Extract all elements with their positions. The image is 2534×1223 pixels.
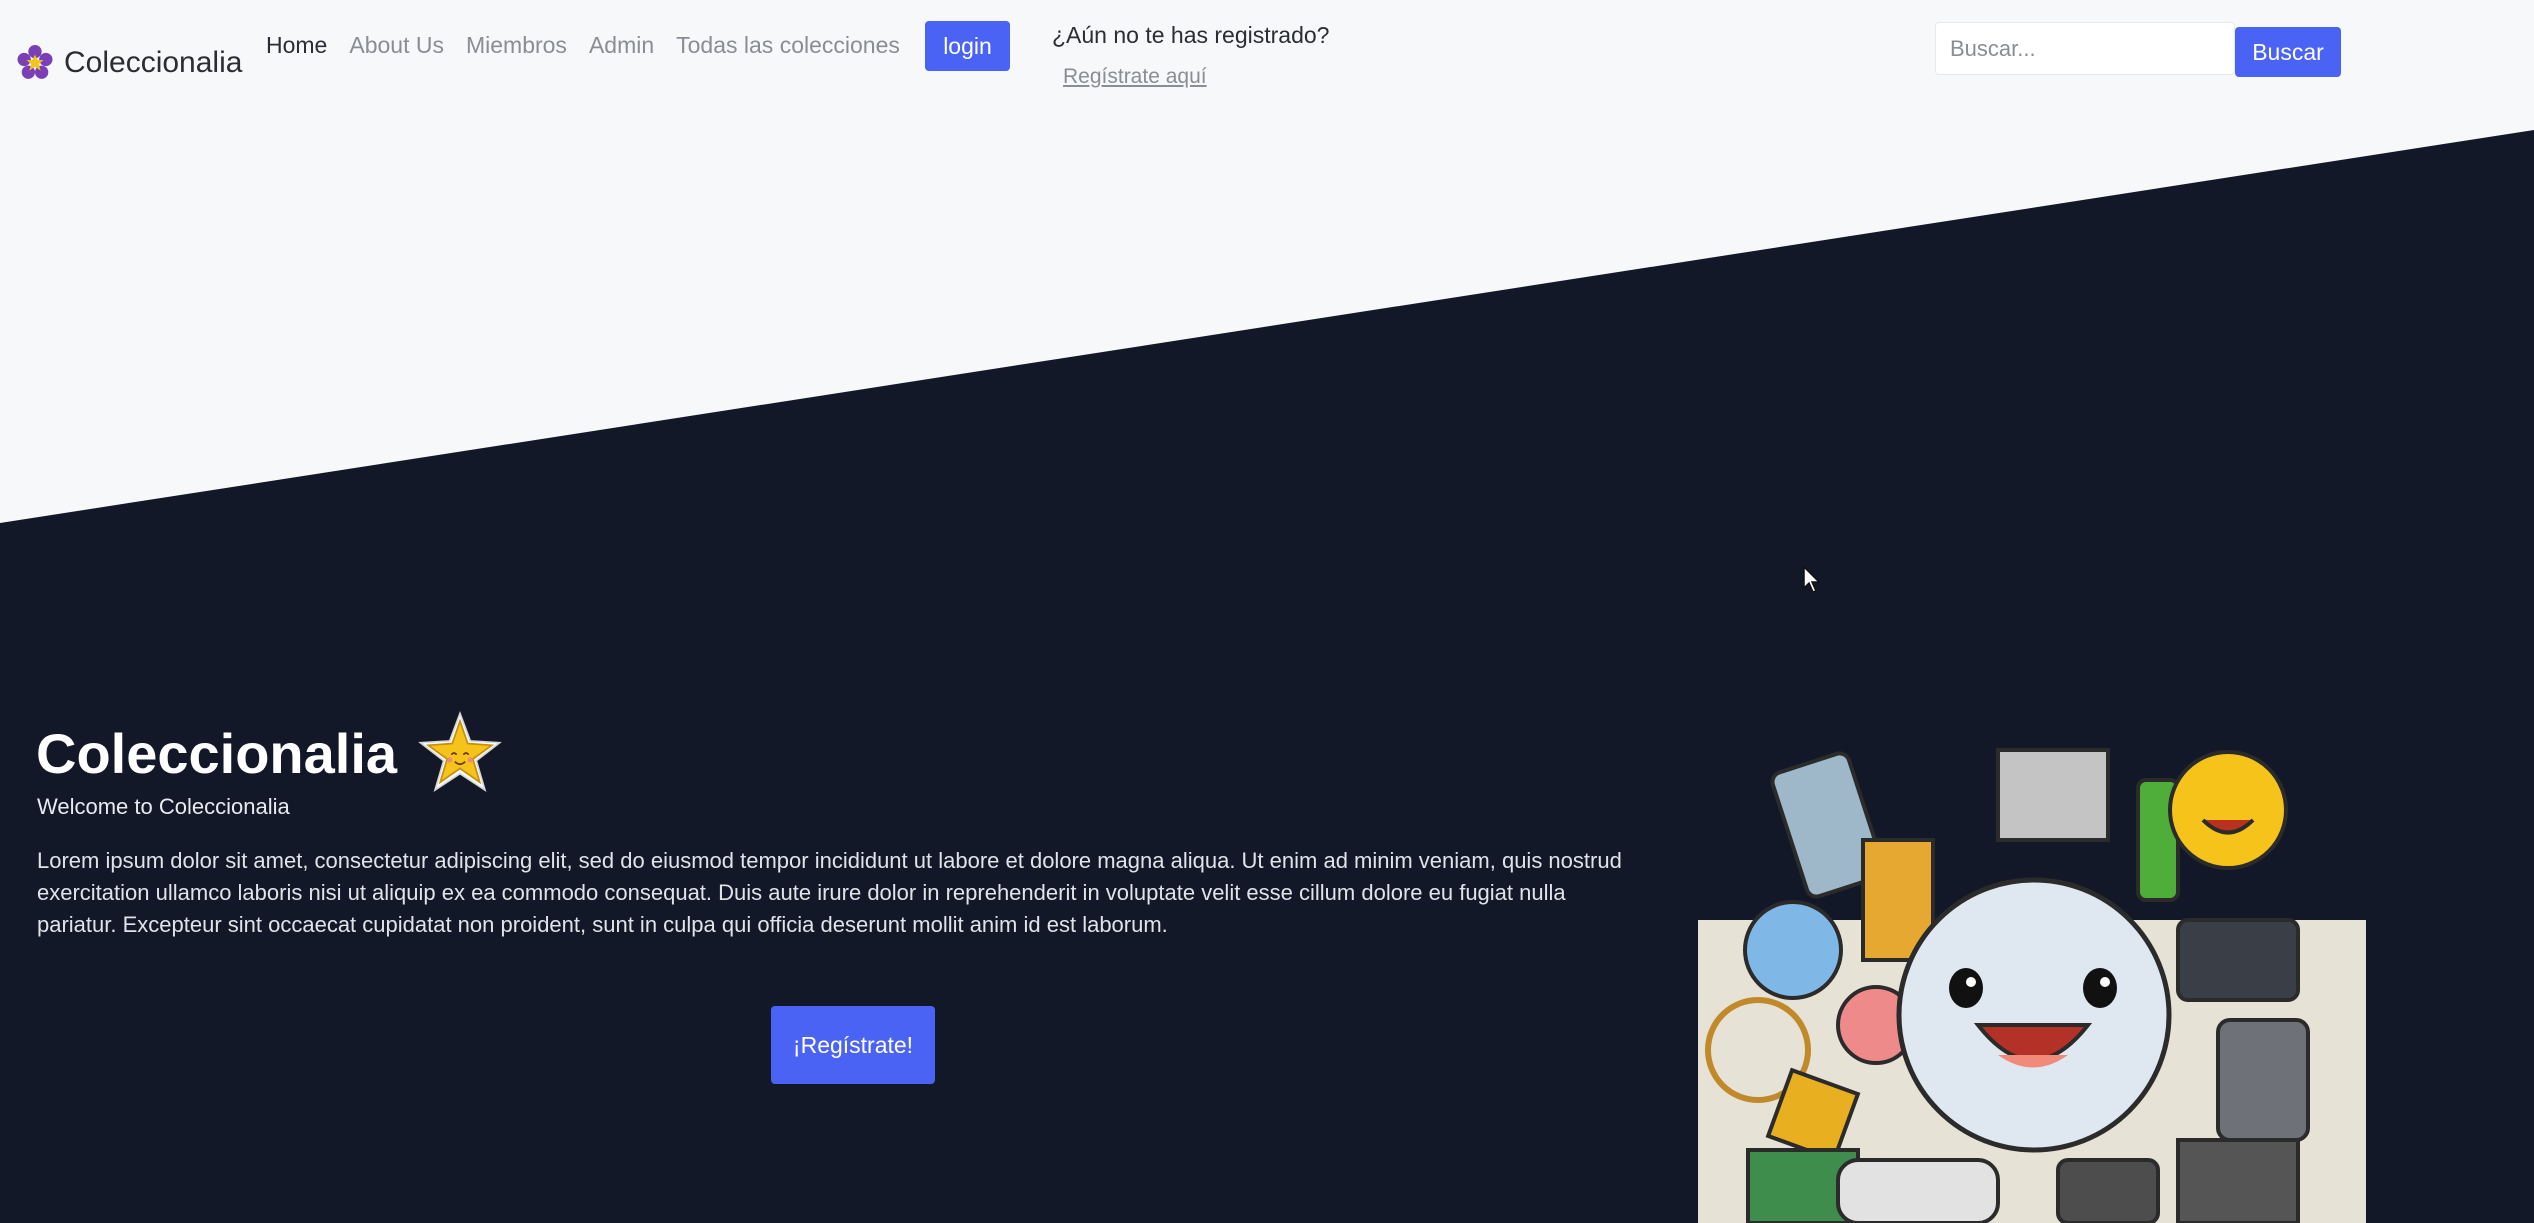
collectibles-pile-illustration	[1698, 748, 2366, 1223]
top-navbar: Coleccionalia Home About Us Miembros Adm…	[0, 0, 2534, 100]
register-question: ¿Aún no te has registrado?	[1052, 22, 1330, 48]
mouse-cursor-icon	[1803, 566, 1821, 593]
brand-name: Coleccionalia	[64, 46, 243, 79]
nav-link-about-us[interactable]: About Us	[349, 32, 444, 59]
search-button[interactable]: Buscar	[2235, 27, 2341, 77]
flower-star-logo-icon	[17, 44, 53, 79]
search-input[interactable]	[1935, 22, 2235, 75]
register-link[interactable]: Regístrate aquí	[1063, 65, 1207, 89]
nav-link-admin[interactable]: Admin	[589, 32, 654, 59]
hero-description: Lorem ipsum dolor sit amet, consectetur …	[37, 848, 1622, 937]
smiling-star-icon	[418, 710, 502, 792]
hero-title: Coleccionalia	[36, 721, 398, 785]
nav-link-todas-colecciones[interactable]: Todas las colecciones	[676, 32, 900, 59]
hero-subtitle: Welcome to Coleccionalia	[37, 794, 290, 819]
hero-title-row: Coleccionalia	[36, 710, 503, 796]
brand[interactable]: Coleccionalia	[16, 44, 242, 82]
nav-link-home[interactable]: Home	[266, 32, 327, 59]
register-cta-button[interactable]: ¡Regístrate!	[771, 1006, 935, 1084]
login-button[interactable]: login	[925, 21, 1010, 71]
nav-link-miembros[interactable]: Miembros	[466, 32, 567, 59]
nav-links: Home About Us Miembros Admin Todas las c…	[266, 32, 900, 59]
